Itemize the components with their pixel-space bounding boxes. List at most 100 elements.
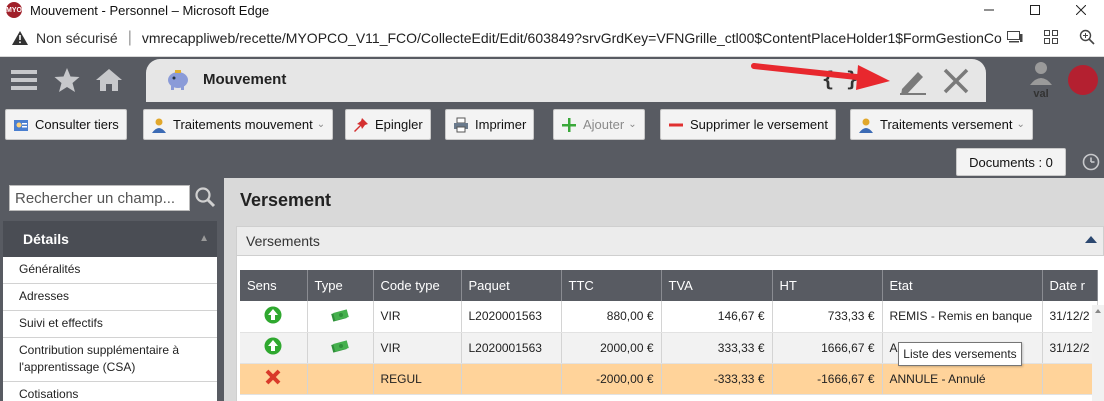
date-cell: [1042, 363, 1098, 395]
apps-grid-icon[interactable]: [1040, 26, 1062, 48]
minimize-icon: [984, 9, 994, 11]
table-row[interactable]: VIR L2020001563 880,00 € 146,67 € 733,33…: [240, 301, 1098, 333]
sidebar-section-details[interactable]: Détails ▲: [3, 221, 217, 257]
sidebar-item-generalites[interactable]: Généralités: [3, 257, 217, 284]
consult-third-party-button[interactable]: Consulter tiers: [5, 109, 127, 140]
documents-bar: Documents : 0: [0, 147, 1104, 178]
window-titlebar: MYO Mouvement - Personnel – Microsoft Ed…: [0, 0, 1104, 20]
search-icon[interactable]: [194, 186, 216, 208]
column-header-date[interactable]: Date r: [1042, 270, 1098, 301]
tab-title: Mouvement: [203, 71, 287, 88]
window-controls: [966, 0, 1104, 20]
code-type-cell: REGUL: [373, 363, 462, 395]
column-header-type[interactable]: Type: [307, 270, 374, 301]
documents-button[interactable]: Documents : 0: [956, 148, 1066, 176]
zoom-icon[interactable]: [1076, 26, 1098, 48]
close-icon: [1076, 5, 1086, 15]
user-icon: [1030, 62, 1052, 85]
history-clock-icon[interactable]: [1082, 153, 1100, 171]
tooltip: Liste des versements: [898, 342, 1022, 366]
sens-cell: [240, 301, 308, 333]
sidebar-item-cotisations[interactable]: Cotisations: [3, 382, 217, 401]
print-button[interactable]: Imprimer: [445, 109, 535, 140]
traitements-versement-button[interactable]: Traitements versement ⌄: [850, 109, 1033, 140]
menu-icon[interactable]: [11, 67, 37, 93]
ht-cell: 733,33 €: [772, 301, 883, 333]
field-search-input[interactable]: Rechercher un champ...: [9, 185, 190, 211]
minus-icon: [668, 117, 684, 133]
paquet-cell: L2020001563: [461, 301, 562, 333]
close-icon: [943, 68, 969, 94]
annotation-arrow-icon: [751, 63, 890, 90]
chevron-down-icon: ⌄: [628, 119, 637, 130]
delete-payment-button[interactable]: Supprimer le versement: [660, 109, 836, 140]
close-window-button[interactable]: [1058, 0, 1104, 20]
button-label: Traitements versement: [880, 117, 1013, 132]
printer-icon: [453, 117, 469, 133]
app-available-icon[interactable]: [1004, 26, 1026, 48]
table-header-row: Sens Type Code type Paquet TTC TVA HT Et…: [240, 270, 1098, 301]
action-toolbar: Consulter tiers Traitements mouvement ⌄ …: [0, 102, 1104, 147]
column-header-tva[interactable]: TVA: [661, 270, 773, 301]
chevron-down-icon: ⌄: [316, 119, 326, 130]
tva-cell: -333,33 €: [661, 363, 773, 395]
maximize-icon: [1030, 5, 1040, 15]
table-row[interactable]: REGUL -2000,00 € -333,33 € -1666,67 € AN…: [240, 363, 1098, 395]
user-menu[interactable]: val: [1024, 61, 1058, 101]
warning-icon[interactable]: [12, 30, 28, 46]
security-label[interactable]: Non sécurisé: [36, 30, 118, 46]
main-content: Versement Versements Sens Type Code type…: [224, 178, 1104, 401]
traitements-mouvement-button[interactable]: Traitements mouvement ⌄: [143, 109, 334, 140]
column-header-sens[interactable]: Sens: [240, 270, 308, 301]
gear-person-icon: [858, 117, 874, 133]
column-header-paquet[interactable]: Paquet: [461, 270, 562, 301]
star-icon[interactable]: [54, 67, 80, 93]
paquet-cell: [461, 363, 562, 395]
button-label: Imprimer: [475, 117, 527, 132]
address-separator: |: [127, 29, 132, 46]
type-cell: [307, 363, 374, 395]
section-title: Détails: [23, 231, 69, 247]
column-header-ttc[interactable]: TTC: [561, 270, 662, 301]
up-arrow-icon: [264, 306, 282, 324]
sidebar-item-adresses[interactable]: Adresses: [3, 284, 217, 311]
vertical-scrollbar[interactable]: [1092, 305, 1104, 401]
collapse-arrow-icon[interactable]: [1085, 236, 1097, 243]
sidebar-item-suivi-effectifs[interactable]: Suivi et effectifs: [3, 311, 217, 338]
edit-pencil-button[interactable]: [898, 67, 928, 98]
sidebar-item-csa[interactable]: Contribution supplémentaire à l'apprenti…: [3, 338, 217, 382]
ttc-cell: -2000,00 €: [561, 363, 662, 395]
etat-cell: ANNULE - Annulé: [882, 363, 1043, 395]
chevron-up-icon: ▲: [199, 233, 209, 244]
code-type-cell: VIR: [373, 332, 462, 364]
page-title: Versement: [240, 190, 332, 210]
tva-cell: 146,67 €: [661, 301, 773, 333]
column-header-etat[interactable]: Etat: [882, 270, 1043, 301]
column-header-ht[interactable]: HT: [772, 270, 883, 301]
type-cell: [307, 301, 374, 333]
close-tab-button[interactable]: [942, 67, 970, 98]
organization-logo-icon: [1068, 65, 1098, 95]
code-type-cell: VIR: [373, 301, 462, 333]
chevron-down-icon: ⌄: [1016, 119, 1025, 130]
versements-panel-header[interactable]: Versements: [236, 226, 1104, 256]
panel-title: Versements: [246, 233, 320, 249]
url-field[interactable]: vmrecappliweb/recette/MYOPCO_V11_FCO/Col…: [142, 30, 1002, 46]
button-label: Ajouter: [583, 117, 625, 132]
app-logo-icon: MYO: [6, 2, 22, 18]
sidebar: Rechercher un champ... Détails ▲ Général…: [0, 178, 224, 401]
ttc-cell: 2000,00 €: [561, 332, 662, 364]
home-icon[interactable]: [96, 67, 122, 93]
type-cell: [307, 332, 374, 364]
ht-cell: -1666,67 €: [772, 363, 883, 395]
money-icon: [331, 340, 349, 353]
button-label: Epingler: [375, 117, 423, 132]
maximize-button[interactable]: [1012, 0, 1058, 20]
column-header-code-type[interactable]: Code type: [373, 270, 462, 301]
minimize-button[interactable]: [966, 0, 1012, 20]
scroll-up-arrow-icon[interactable]: [1095, 309, 1101, 313]
sens-cell: [240, 332, 308, 364]
add-button[interactable]: Ajouter ⌄: [553, 109, 645, 140]
pin-button[interactable]: Epingler: [345, 109, 431, 140]
gear-person-icon: [151, 117, 167, 133]
